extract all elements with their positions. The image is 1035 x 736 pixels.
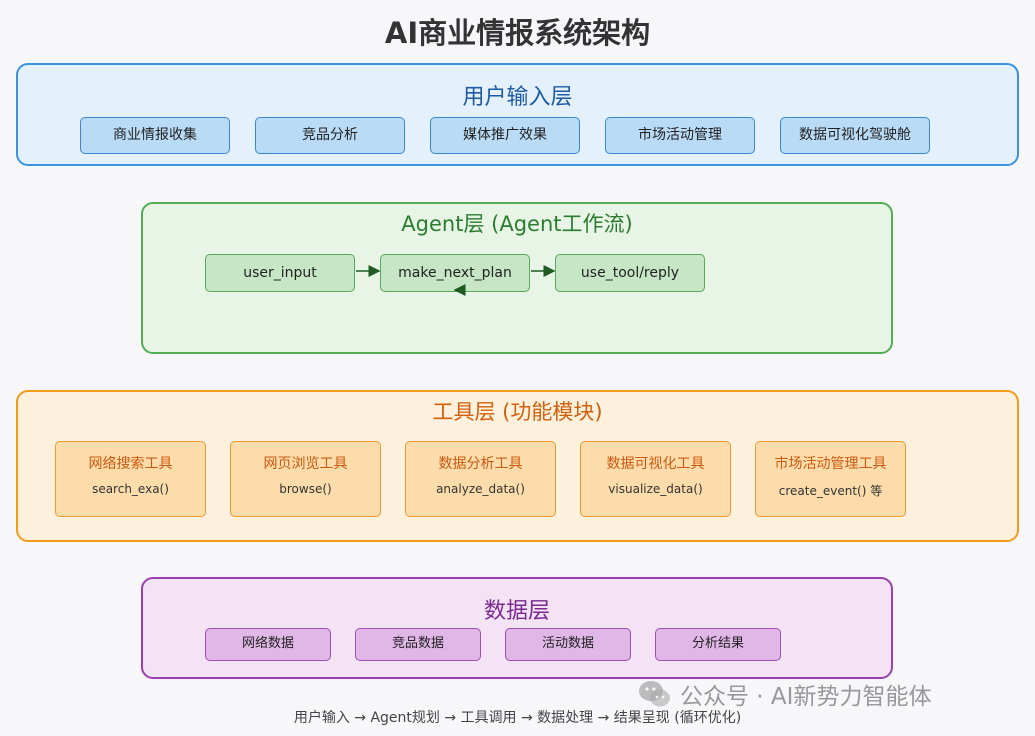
data-layer-title: 数据层 bbox=[483, 599, 550, 624]
tool-web-browse: 网页浏览工具 browse() bbox=[230, 441, 381, 517]
agent-node-use-tool-reply: use_tool/reply bbox=[555, 254, 705, 292]
tool-layer-title: 工具层 (功能模块) bbox=[432, 400, 603, 424]
tool-func: browse() bbox=[279, 482, 332, 496]
user-layer-title: 用户输入层 bbox=[462, 85, 573, 110]
tool-name: 市场活动管理工具 bbox=[774, 456, 887, 472]
tool-data-analysis: 数据分析工具 analyze_data() bbox=[405, 441, 556, 517]
watermark: 公众号 · AI新势力智能体 bbox=[638, 676, 931, 712]
data-item-events: 活动数据 bbox=[505, 628, 631, 661]
data-item-results: 分析结果 bbox=[655, 628, 781, 661]
tool-data-visualization: 数据可视化工具 visualize_data() bbox=[580, 441, 731, 517]
user-item-market-events: 市场活动管理 bbox=[605, 117, 755, 154]
user-item-media-promotion: 媒体推广效果 bbox=[430, 117, 580, 154]
user-item-intel-collection: 商业情报收集 bbox=[80, 117, 230, 154]
diagram-title: AI商业情报系统架构 bbox=[384, 16, 651, 50]
tool-web-search: 网络搜索工具 search_exa() bbox=[55, 441, 206, 517]
watermark-text: 公众号 · AI新势力智能体 bbox=[680, 684, 932, 710]
tool-name: 网页浏览工具 bbox=[263, 456, 348, 472]
wechat-icon bbox=[639, 681, 670, 707]
agent-node-user-input: user_input bbox=[205, 254, 355, 292]
user-item-dashboard: 数据可视化驾驶舱 bbox=[780, 117, 930, 154]
tool-func: analyze_data() bbox=[436, 482, 525, 496]
tool-name: 数据可视化工具 bbox=[606, 456, 705, 472]
agent-layer-title: Agent层 (Agent工作流) bbox=[401, 212, 633, 236]
agent-node-make-next-plan: make_next_plan bbox=[380, 254, 530, 292]
data-layer: 数据层 网络数据 竞品数据 活动数据 分析结果 bbox=[141, 577, 893, 679]
tool-func: search_exa() bbox=[92, 482, 169, 496]
user-item-competitor-analysis: 竞品分析 bbox=[255, 117, 405, 154]
tool-func: create_event() 等 bbox=[778, 484, 883, 498]
agent-layer: Agent层 (Agent工作流) user_input make_next_p… bbox=[141, 202, 893, 354]
user-input-layer: 用户输入层 商业情报收集 竞品分析 媒体推广效果 市场活动管理 数据可视化驾驶舱 bbox=[16, 63, 1019, 166]
tool-event-management: 市场活动管理工具 create_event() 等 bbox=[755, 441, 906, 517]
tool-name: 数据分析工具 bbox=[438, 456, 523, 472]
tool-layer: 工具层 (功能模块) 网络搜索工具 search_exa() 网页浏览工具 br… bbox=[16, 390, 1019, 542]
tool-func: visualize_data() bbox=[608, 482, 703, 496]
data-item-web: 网络数据 bbox=[205, 628, 331, 661]
data-item-competitor: 竞品数据 bbox=[355, 628, 481, 661]
tool-name: 网络搜索工具 bbox=[88, 456, 173, 472]
